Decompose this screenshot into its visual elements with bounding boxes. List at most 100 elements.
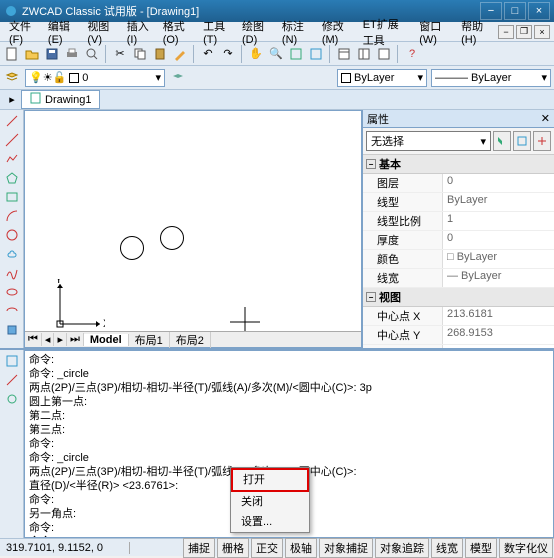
property-row[interactable]: 中心点 X213.6181 xyxy=(363,307,554,326)
cmd-tool-icon[interactable] xyxy=(3,390,21,408)
circle-icon[interactable] xyxy=(2,226,22,244)
revcloud-icon[interactable] xyxy=(2,245,22,263)
status-toggle[interactable]: 线宽 xyxy=(431,538,463,558)
maximize-button[interactable]: □ xyxy=(504,2,526,20)
property-row[interactable]: 中心点 Y268.9153 xyxy=(363,326,554,345)
property-row[interactable]: 中心点 Z xyxy=(363,345,554,348)
status-toggle[interactable]: 栅格 xyxy=(217,538,249,558)
status-toggle[interactable]: 对象捕捉 xyxy=(319,538,373,558)
layer-manager-icon[interactable] xyxy=(3,69,21,87)
property-row[interactable]: 颜色□ ByLayer xyxy=(363,250,554,269)
status-toggle[interactable]: 对象追踪 xyxy=(375,538,429,558)
circle-entity[interactable] xyxy=(160,226,184,250)
quickselect-icon[interactable] xyxy=(493,131,511,151)
help-icon[interactable]: ? xyxy=(403,45,421,63)
mdi-minimize[interactable]: − xyxy=(498,25,514,39)
toolpalette-icon[interactable] xyxy=(375,45,393,63)
properties-icon[interactable] xyxy=(335,45,353,63)
menu-item-open[interactable]: 打开 xyxy=(231,468,309,492)
preview-icon[interactable] xyxy=(83,45,101,63)
menu-insert[interactable]: 插入(I) xyxy=(122,16,158,48)
menu-tools[interactable]: 工具(T) xyxy=(198,16,237,48)
layer-combo[interactable]: 💡 ☀ 🔓 0 ▾ xyxy=(25,69,165,87)
menu-file[interactable]: 文件(F) xyxy=(4,16,43,48)
tab-last-icon[interactable]: ⏭ xyxy=(67,333,84,346)
status-toggle[interactable]: 数字化仪 xyxy=(499,538,553,558)
ellipse-arc-icon[interactable] xyxy=(2,302,22,320)
zoom-window-icon[interactable] xyxy=(287,45,305,63)
save-icon[interactable] xyxy=(43,45,61,63)
menu-view[interactable]: 视图(V) xyxy=(82,16,121,48)
color-combo[interactable]: ByLayer ▾ xyxy=(337,69,427,87)
expand-icon[interactable]: − xyxy=(366,292,376,302)
status-toggle[interactable]: 捕捉 xyxy=(183,538,215,558)
menu-modify[interactable]: 修改(M) xyxy=(317,16,358,48)
layer-prev-icon[interactable] xyxy=(169,69,187,87)
property-row[interactable]: 厚度0 xyxy=(363,231,554,250)
menu-item-settings[interactable]: 设置... xyxy=(231,512,309,532)
select-objects-icon[interactable] xyxy=(513,131,531,151)
expand-icon[interactable]: − xyxy=(366,159,376,169)
panel-close-icon[interactable]: ✕ xyxy=(541,112,550,125)
coords-display[interactable]: 319.7101, 9.1152, 0 xyxy=(0,542,130,554)
cmd-line: 圆上第一点: xyxy=(29,395,549,409)
zoom-icon[interactable]: 🔍 xyxy=(267,45,285,63)
menu-format[interactable]: 格式(O) xyxy=(158,16,198,48)
redo-icon[interactable]: ↷ xyxy=(219,45,237,63)
rectangle-icon[interactable] xyxy=(2,188,22,206)
matchprop-icon[interactable] xyxy=(171,45,189,63)
cmd-tool-icon[interactable] xyxy=(3,352,21,370)
copy-icon[interactable] xyxy=(131,45,149,63)
doc-icon xyxy=(30,92,42,107)
model-tab[interactable]: Model xyxy=(84,334,129,346)
property-grid[interactable]: −基本图层0线型ByLayer线型比例1厚度0颜色□ ByLayer线宽— By… xyxy=(363,155,554,348)
menu-draw[interactable]: 绘图(D) xyxy=(237,16,277,48)
layout1-tab[interactable]: 布局1 xyxy=(129,332,170,348)
command-line[interactable]: 命令:命令: _circle两点(2P)/三点(3P)/相切-相切-半径(T)/… xyxy=(24,350,554,538)
mdi-close[interactable]: × xyxy=(534,25,550,39)
close-button[interactable]: × xyxy=(528,2,550,20)
property-row[interactable]: 图层0 xyxy=(363,174,554,193)
menu-edit[interactable]: 编辑(E) xyxy=(43,16,82,48)
drawing-area[interactable]: X Y ⏮ ◂ ▸ ⏭ Model 布局1 布局2 xyxy=(24,110,362,348)
linetype-combo[interactable]: ——— ByLayer ▾ xyxy=(431,69,551,87)
insert-icon[interactable] xyxy=(2,321,22,339)
property-row[interactable]: 线型比例1 xyxy=(363,212,554,231)
tab-first-icon[interactable]: ⏮ xyxy=(25,333,42,346)
tab-next-icon[interactable]: ▸ xyxy=(54,333,67,346)
circle-entity[interactable] xyxy=(120,236,144,260)
zoom-prev-icon[interactable] xyxy=(307,45,325,63)
tab-prev-icon[interactable]: ◂ xyxy=(42,333,55,346)
property-row[interactable]: 线宽— ByLayer xyxy=(363,269,554,288)
paste-icon[interactable] xyxy=(151,45,169,63)
xline-icon[interactable] xyxy=(2,131,22,149)
toggle-pickadd-icon[interactable] xyxy=(533,131,551,151)
menu-item-close[interactable]: 关闭 xyxy=(231,492,309,512)
new-icon[interactable] xyxy=(3,45,21,63)
status-toggle[interactable]: 模型 xyxy=(465,538,497,558)
selection-combo[interactable]: 无选择 ▾ xyxy=(366,131,491,151)
spline-icon[interactable] xyxy=(2,264,22,282)
status-toggle[interactable]: 正交 xyxy=(251,538,283,558)
designcenter-icon[interactable] xyxy=(355,45,373,63)
menu-dim[interactable]: 标注(N) xyxy=(277,16,317,48)
ellipse-icon[interactable] xyxy=(2,283,22,301)
open-icon[interactable] xyxy=(23,45,41,63)
doc-tab[interactable]: Drawing1 xyxy=(21,90,100,109)
undo-icon[interactable]: ↶ xyxy=(199,45,217,63)
menu-window[interactable]: 窗口(W) xyxy=(414,16,456,48)
cmd-tool-icon[interactable] xyxy=(3,371,21,389)
polygon-icon[interactable] xyxy=(2,169,22,187)
pline-icon[interactable] xyxy=(2,150,22,168)
tab-nav-icon[interactable]: ▸ xyxy=(3,91,21,109)
print-icon[interactable] xyxy=(63,45,81,63)
layout2-tab[interactable]: 布局2 xyxy=(170,332,211,348)
menu-help[interactable]: 帮助(H) xyxy=(456,16,496,48)
arc-icon[interactable] xyxy=(2,207,22,225)
status-toggle[interactable]: 极轴 xyxy=(285,538,317,558)
mdi-restore[interactable]: ❐ xyxy=(516,25,532,39)
line-icon[interactable] xyxy=(2,112,22,130)
property-row[interactable]: 线型ByLayer xyxy=(363,193,554,212)
cut-icon[interactable]: ✂ xyxy=(111,45,129,63)
pan-icon[interactable]: ✋ xyxy=(247,45,265,63)
